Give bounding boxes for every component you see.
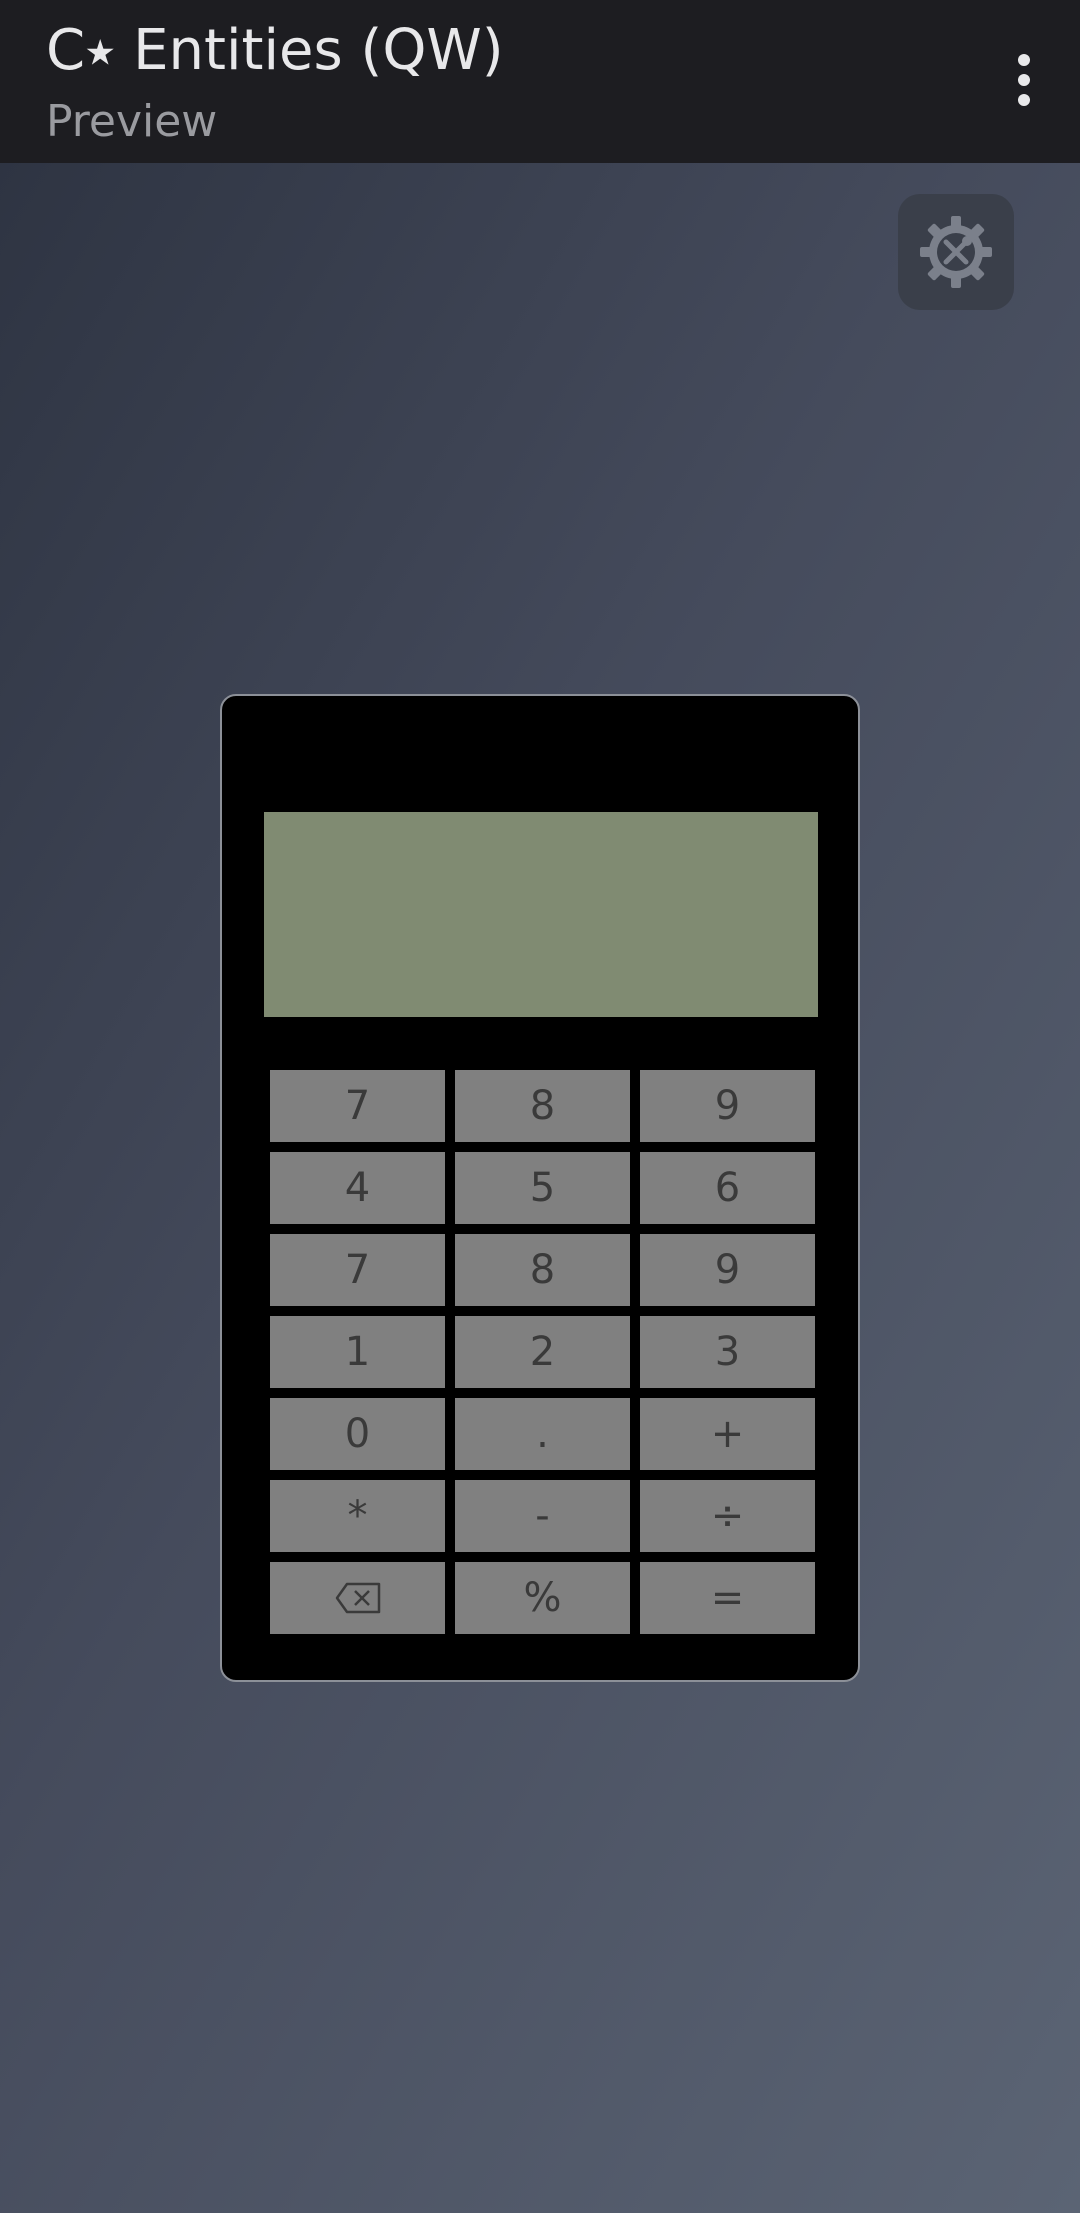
more-vert-icon: [1018, 54, 1030, 106]
key-5[interactable]: 5: [455, 1152, 630, 1224]
key-percent[interactable]: %: [455, 1562, 630, 1634]
key-3[interactable]: 3: [640, 1316, 815, 1388]
keypad: 7 8 9 4 5 6 7 8 9 1 2 3 0. + * - ÷% =: [270, 1070, 815, 1634]
app-subtitle: Preview: [46, 96, 218, 147]
key-4[interactable]: 4: [270, 1152, 445, 1224]
key-8[interactable]: 8: [455, 1234, 630, 1306]
key-0[interactable]: 0: [270, 1398, 445, 1470]
key-equals[interactable]: =: [640, 1562, 815, 1634]
key-8[interactable]: 8: [455, 1070, 630, 1142]
key-1[interactable]: 1: [270, 1316, 445, 1388]
key-2[interactable]: 2: [455, 1316, 630, 1388]
key-9[interactable]: 9: [640, 1234, 815, 1306]
key-plus[interactable]: +: [640, 1398, 815, 1470]
key-7[interactable]: 7: [270, 1070, 445, 1142]
app-bar: C⭑ Entities (QW) Preview: [0, 0, 1080, 163]
key-backspace[interactable]: [270, 1562, 445, 1634]
calculator-display: [264, 812, 818, 1017]
app-title: C⭑ Entities (QW): [46, 18, 504, 83]
key-6[interactable]: 6: [640, 1152, 815, 1224]
backspace-icon: [335, 1582, 380, 1614]
key-divide[interactable]: ÷: [640, 1480, 815, 1552]
key-decimal[interactable]: .: [455, 1398, 630, 1470]
key-multiply[interactable]: *: [270, 1480, 445, 1552]
more-options-button[interactable]: [988, 40, 1060, 120]
settings-tools-icon: [920, 216, 992, 288]
calculator-body: 7 8 9 4 5 6 7 8 9 1 2 3 0. + * - ÷% =: [220, 694, 860, 1682]
key-9[interactable]: 9: [640, 1070, 815, 1142]
settings-tools-button[interactable]: [898, 194, 1014, 310]
key-7[interactable]: 7: [270, 1234, 445, 1306]
key-minus[interactable]: -: [455, 1480, 630, 1552]
